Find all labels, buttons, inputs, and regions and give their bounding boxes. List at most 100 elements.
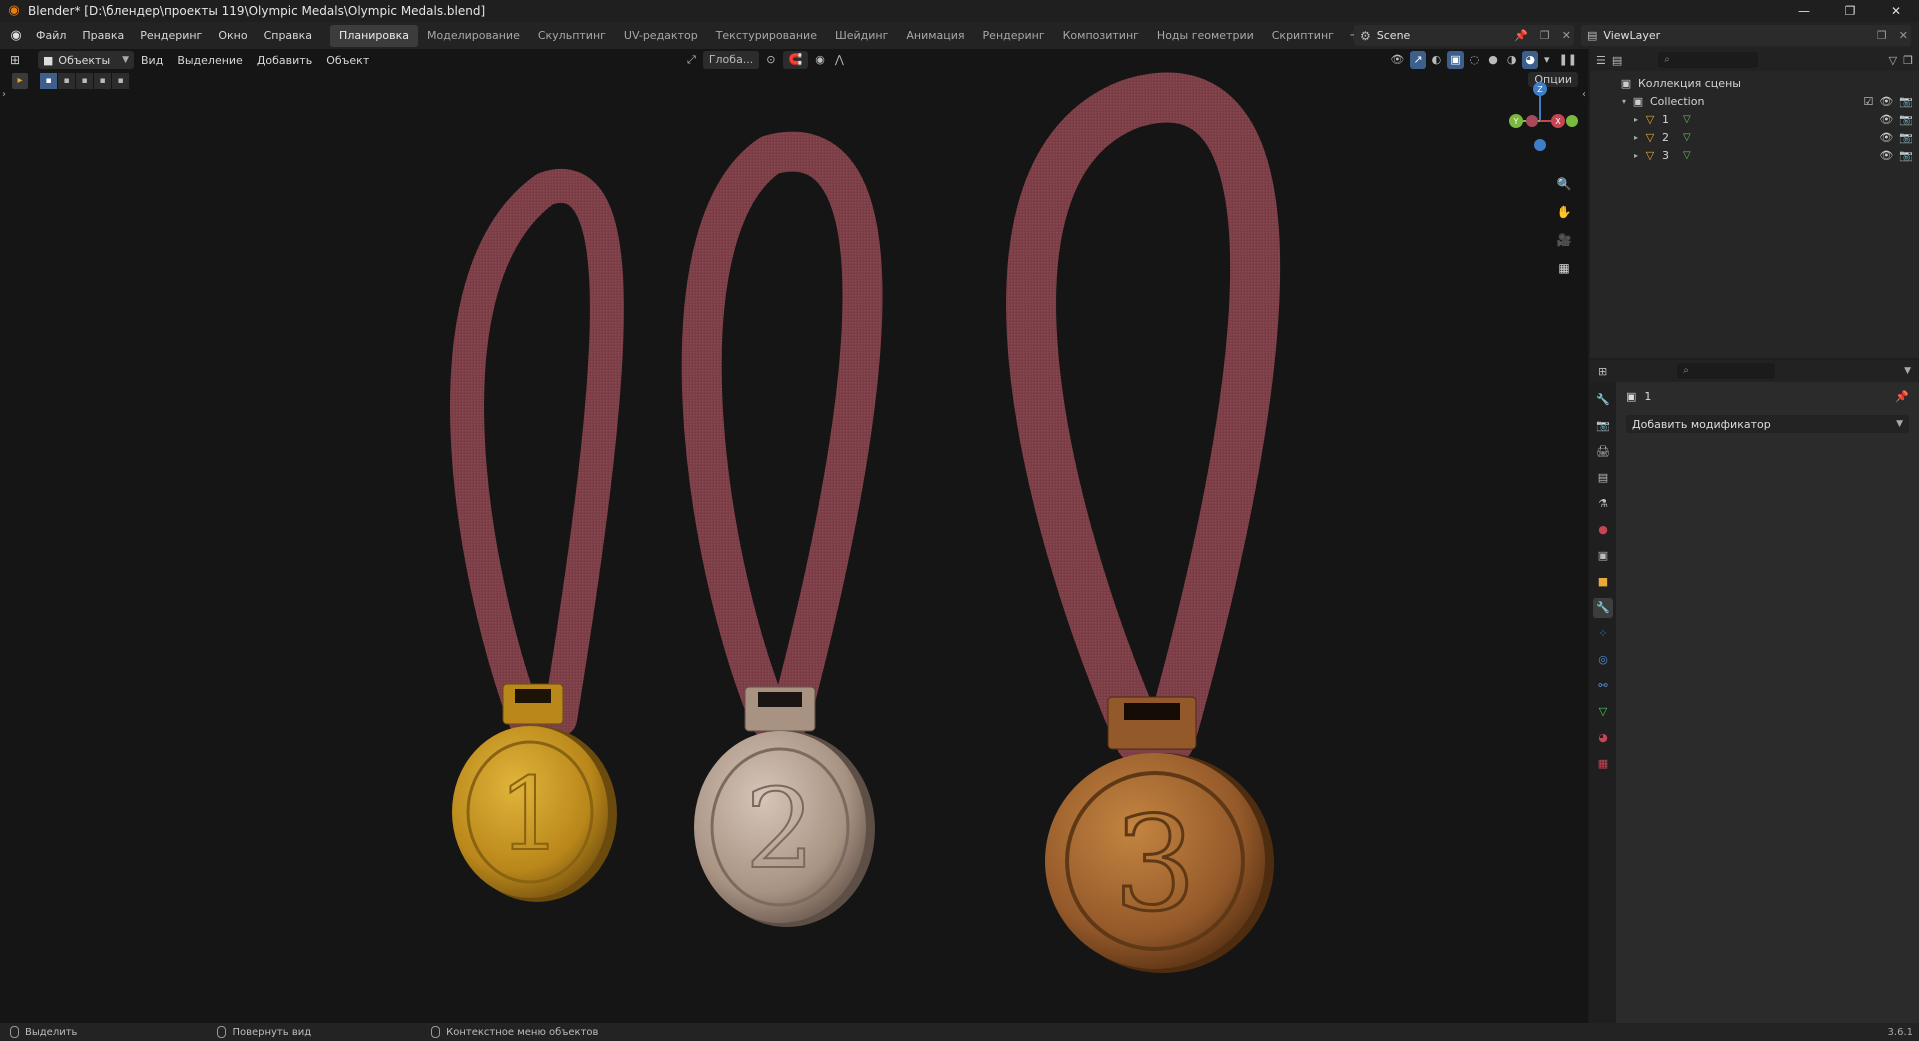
add-modifier-button[interactable]: Добавить модификатор ▼: [1626, 415, 1909, 433]
tab-shading[interactable]: Шейдинг: [826, 25, 897, 47]
scene-selector[interactable]: ⚙ Scene 📌 ❐ ✕: [1354, 25, 1574, 46]
sidebar-expand-icon[interactable]: ‹: [1582, 89, 1586, 100]
tab-sculpting[interactable]: Скульптинг: [529, 25, 615, 47]
pivot-icon[interactable]: ⊙: [763, 51, 778, 69]
pause-render-icon[interactable]: ❚❚: [1556, 51, 1580, 69]
ribbon-3[interactable]: [1006, 72, 1281, 764]
expand-arrow-icon[interactable]: ▸: [1630, 115, 1642, 124]
menu-window[interactable]: Окно: [210, 22, 255, 49]
menu-help[interactable]: Справка: [256, 22, 320, 49]
blender-logo-icon[interactable]: ◉: [4, 28, 28, 43]
restore-icon[interactable]: ❐: [1827, 0, 1873, 22]
shading-wireframe-icon[interactable]: ◌: [1467, 51, 1483, 69]
expand-arrow-icon[interactable]: ▸: [1630, 133, 1642, 142]
orientation-icon[interactable]: ⤢: [684, 51, 699, 69]
snap-icon[interactable]: 🧲: [782, 51, 809, 69]
object-row-2[interactable]: ▸ ▽ 2 ▽ 👁 📷: [1590, 128, 1919, 146]
falloff-icon[interactable]: ⋀: [832, 51, 847, 69]
select-subtract-icon[interactable]: ▪: [76, 73, 93, 89]
select-new-icon[interactable]: ▪: [40, 73, 57, 89]
texture-tab-icon[interactable]: ▦: [1593, 754, 1613, 774]
shading-material-icon[interactable]: ◑: [1504, 51, 1520, 69]
shading-rendered-icon[interactable]: ◕: [1522, 51, 1539, 69]
physics-tab-icon[interactable]: ◎: [1593, 650, 1613, 670]
navigation-gizmo[interactable]: Z Y X: [1500, 79, 1580, 159]
tab-texture-paint[interactable]: Текстурирование: [707, 25, 826, 47]
eye-icon[interactable]: 👁: [1879, 131, 1893, 144]
scene-tab-icon[interactable]: ⚗: [1593, 494, 1613, 514]
collection-tab-icon[interactable]: ▣: [1593, 546, 1613, 566]
pan-hand-icon[interactable]: ✋: [1553, 201, 1575, 223]
ribbon-2[interactable]: [681, 131, 883, 739]
properties-editor-icon[interactable]: ⊞: [1598, 365, 1607, 378]
mesh-data-icon[interactable]: ▽: [1683, 150, 1691, 161]
shading-options-icon[interactable]: ▾: [1541, 51, 1553, 69]
tab-rendering[interactable]: Рендеринг: [974, 25, 1054, 47]
expand-arrow-icon[interactable]: ▸: [1630, 151, 1642, 160]
visibility-icon[interactable]: 👁: [1387, 51, 1407, 69]
interaction-mode-select[interactable]: ■ Объекты ▼: [38, 51, 134, 69]
scene-name[interactable]: Scene: [1377, 29, 1505, 42]
xray-toggle-icon[interactable]: ▣: [1447, 51, 1464, 69]
menu-edit[interactable]: Правка: [74, 22, 132, 49]
new-collection-icon[interactable]: ❐: [1903, 54, 1913, 67]
camera-render-icon[interactable]: 📷: [1899, 131, 1913, 144]
world-tab-icon[interactable]: ●: [1593, 520, 1613, 540]
scene-collection-row[interactable]: ▣ Коллекция сцены: [1590, 74, 1919, 92]
render-tab-icon[interactable]: 📷: [1593, 416, 1613, 436]
object-tab-icon[interactable]: ■: [1593, 572, 1613, 592]
eye-icon[interactable]: 👁: [1879, 113, 1893, 126]
close-icon[interactable]: ✕: [1873, 0, 1919, 22]
view-layer-selector[interactable]: ▤ ViewLayer ❐ ✕: [1581, 25, 1911, 46]
medal-1[interactable]: 1: [452, 683, 617, 902]
camera-render-icon[interactable]: 📷: [1899, 95, 1913, 108]
expand-arrow-icon[interactable]: ▾: [1618, 97, 1630, 106]
mesh-data-tab-icon[interactable]: ▽: [1593, 702, 1613, 722]
display-mode-icon[interactable]: ▤: [1612, 54, 1622, 67]
new-view-layer-icon[interactable]: ❐: [1874, 29, 1890, 42]
viewport-menu-object[interactable]: Объект: [319, 54, 376, 67]
tab-modeling[interactable]: Моделирование: [418, 25, 529, 47]
tab-animation[interactable]: Анимация: [897, 25, 973, 47]
view-layer-tab-icon[interactable]: ▤: [1593, 468, 1613, 488]
camera-render-icon[interactable]: 📷: [1899, 113, 1913, 126]
select-intersect-icon[interactable]: ▪: [112, 73, 129, 89]
outliner-search-input[interactable]: ⌕: [1658, 52, 1759, 68]
select-invert-icon[interactable]: ▪: [94, 73, 111, 89]
toolbar-expand-icon[interactable]: ›: [2, 89, 6, 100]
pin-icon[interactable]: 📌: [1895, 390, 1909, 403]
properties-search-input[interactable]: ⌕: [1677, 363, 1776, 379]
proportional-edit-icon[interactable]: ◉: [812, 51, 828, 69]
3d-viewport[interactable]: 1 2 3 ⊞ ■ Объекты ▼ Вид Выделение Добави…: [0, 49, 1588, 1023]
view-layer-name[interactable]: ViewLayer: [1603, 29, 1868, 42]
output-tab-icon[interactable]: 🖨: [1593, 442, 1613, 462]
ribbon-1[interactable]: [450, 168, 624, 736]
tab-compositing[interactable]: Композитинг: [1054, 25, 1148, 47]
tab-layout[interactable]: Планировка: [330, 24, 419, 47]
medal-2[interactable]: 2: [694, 686, 875, 927]
medal-3[interactable]: 3: [1045, 696, 1274, 973]
new-scene-icon[interactable]: ❐: [1537, 29, 1553, 42]
scene-render[interactable]: 1 2 3: [0, 49, 1588, 1023]
eye-icon[interactable]: 👁: [1879, 95, 1893, 108]
object-row-1[interactable]: ▸ ▽ 1 ▽ 👁 📷: [1590, 110, 1919, 128]
select-tool-icon[interactable]: ▸: [12, 73, 28, 89]
select-extend-icon[interactable]: ▪: [58, 73, 75, 89]
material-tab-icon[interactable]: ◕: [1593, 728, 1613, 748]
constraints-tab-icon[interactable]: ⚯: [1593, 676, 1613, 696]
filter-icon[interactable]: ▽: [1889, 54, 1897, 67]
perspective-grid-icon[interactable]: ▦: [1553, 257, 1575, 279]
delete-scene-icon[interactable]: ✕: [1559, 29, 1574, 42]
camera-render-icon[interactable]: 📷: [1899, 149, 1913, 162]
editor-type-icon[interactable]: ⊞: [10, 53, 34, 67]
delete-view-layer-icon[interactable]: ✕: [1896, 29, 1911, 42]
camera-view-icon[interactable]: 🎥: [1553, 229, 1575, 251]
modifier-tab-icon[interactable]: 🔧: [1593, 598, 1613, 618]
outliner-editor-icon[interactable]: ☰: [1596, 54, 1606, 67]
minimize-icon[interactable]: —: [1781, 0, 1827, 22]
tool-tab-icon[interactable]: 🔧: [1593, 390, 1613, 410]
pin-icon[interactable]: 📌: [1511, 29, 1531, 42]
tab-geometry-nodes[interactable]: Ноды геометрии: [1148, 25, 1263, 47]
chevron-down-icon[interactable]: ▼: [1904, 366, 1911, 376]
eye-icon[interactable]: 👁: [1879, 149, 1893, 162]
